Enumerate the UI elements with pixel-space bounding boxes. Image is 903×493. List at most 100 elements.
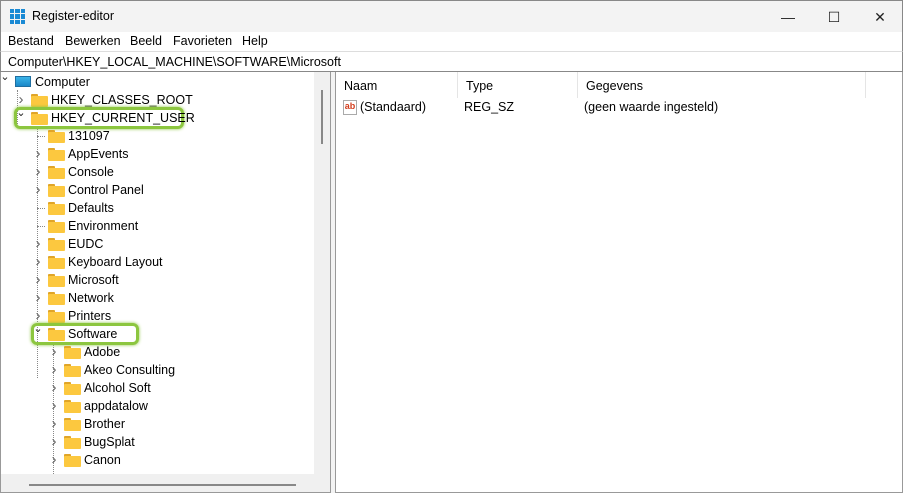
folder-icon	[48, 274, 65, 287]
tree-item[interactable]: › Control Panel	[1, 181, 314, 199]
tree-item-label: Control Panel	[68, 183, 144, 197]
tree-pane: ⌄ Computer › HKEY_CLASSES_ROOT ⌄ HKEY_CURRENT…	[0, 72, 331, 493]
folder-icon	[31, 112, 48, 125]
scroll-thumb[interactable]	[29, 484, 296, 486]
tree-item-label: Computer	[35, 75, 90, 89]
tree-item-label: 131097	[68, 129, 110, 143]
address-bar[interactable]: Computer\HKEY_LOCAL_MACHINE\SOFTWARE\Mic…	[0, 51, 903, 72]
chevron-right-icon[interactable]: ›	[49, 451, 59, 468]
tree-item[interactable]: ⌄ Computer	[1, 72, 314, 91]
folder-icon	[48, 130, 65, 143]
tree-item-label: EUDC	[68, 237, 104, 251]
horizontal-scrollbar[interactable]	[1, 474, 314, 492]
folder-icon	[48, 148, 65, 161]
folder-icon	[48, 202, 65, 215]
chevron-right-icon[interactable]: ›	[33, 253, 43, 270]
tree-item[interactable]: › Akeo Consulting	[1, 361, 314, 379]
chevron-down-icon[interactable]: ⌄	[1, 72, 10, 83]
tree-item[interactable]: ⌄ Software	[1, 322, 314, 343]
chevron-right-icon[interactable]: ›	[49, 397, 59, 414]
tree-item-label: Brother	[84, 417, 125, 431]
tree-guide-line	[37, 136, 45, 137]
tree-item[interactable]: › Keyboard Layout	[1, 253, 314, 271]
chevron-right-icon[interactable]: ›	[33, 181, 43, 198]
registry-editor-icon	[10, 9, 25, 24]
tree-item-label: HKEY_CLASSES_ROOT	[51, 93, 193, 107]
tree-item-label: HKEY_CURRENT_USER	[51, 111, 195, 125]
tree-item-label: Canon	[84, 453, 121, 467]
tree-item[interactable]: › AppEvents	[1, 145, 314, 163]
folder-icon	[64, 364, 81, 377]
tree-item[interactable]: › appdatalow	[1, 397, 314, 415]
folder-icon	[31, 94, 48, 107]
chevron-right-icon[interactable]: ›	[33, 235, 43, 252]
values-pane: Naam Type Gegevens ab (Standaard) REG_SZ…	[335, 72, 903, 493]
tree-item-label: Environment	[68, 219, 139, 233]
window-title: Register-editor	[32, 9, 114, 23]
folder-icon	[48, 238, 65, 251]
tree-item-label: AppEvents	[68, 147, 129, 161]
tree-item[interactable]: 131097	[1, 127, 314, 145]
tree-item[interactable]: Environment	[1, 217, 314, 235]
folder-icon	[48, 184, 65, 197]
tree-item[interactable]: › EUDC	[1, 235, 314, 253]
computer-icon	[15, 76, 31, 87]
tree-item[interactable]: › Network	[1, 289, 314, 307]
tree-item[interactable]: ⌄ HKEY_CURRENT_USER	[1, 106, 314, 127]
folder-icon	[48, 166, 65, 179]
tree-item[interactable]: › Microsoft	[1, 271, 314, 289]
tree-item[interactable]: › Alcohol Soft	[1, 379, 314, 397]
tree-item-label: Network	[68, 291, 114, 305]
chevron-right-icon[interactable]: ›	[49, 343, 59, 360]
folder-icon	[48, 220, 65, 233]
value-type: REG_SZ	[464, 100, 515, 114]
tree-item[interactable]: › Canon	[1, 451, 314, 469]
menu-bestand[interactable]: Bestand	[8, 34, 54, 48]
tree-item-label: Adobe	[84, 345, 121, 359]
close-button[interactable]: ✕	[857, 1, 903, 33]
tree-item-label: appdatalow	[84, 399, 148, 413]
folder-icon	[48, 328, 65, 341]
chevron-right-icon[interactable]: ›	[33, 271, 43, 288]
tree-item[interactable]: › BugSplat	[1, 433, 314, 451]
tree-item[interactable]: › Adobe	[1, 343, 314, 361]
folder-icon	[64, 454, 81, 467]
tree-item-label: Alcohol Soft	[84, 381, 151, 395]
value-name[interactable]: (Standaard)	[360, 100, 426, 114]
folder-icon	[64, 400, 81, 413]
column-header-gegevens[interactable]: Gegevens	[578, 72, 866, 98]
column-header-naam[interactable]: Naam	[336, 72, 458, 98]
chevron-down-icon[interactable]: ⌄	[16, 106, 26, 119]
folder-icon	[48, 256, 65, 269]
tree-item[interactable]: Defaults	[1, 199, 314, 217]
chevron-down-icon[interactable]: ⌄	[33, 322, 43, 335]
chevron-right-icon[interactable]: ›	[33, 145, 43, 162]
chevron-right-icon[interactable]: ›	[33, 289, 43, 306]
tree-item-label: Akeo Consulting	[84, 363, 176, 377]
chevron-right-icon[interactable]: ›	[33, 163, 43, 180]
chevron-right-icon[interactable]: ›	[49, 415, 59, 432]
scroll-corner	[314, 474, 330, 492]
chevron-right-icon[interactable]: ›	[49, 433, 59, 450]
folder-icon	[64, 346, 81, 359]
scroll-thumb[interactable]	[321, 90, 323, 144]
column-header-type[interactable]: Type	[458, 72, 578, 98]
tree-item[interactable]: › Console	[1, 163, 314, 181]
tree-item-label: Microsoft	[68, 273, 119, 287]
folder-icon	[64, 382, 81, 395]
folder-icon	[48, 292, 65, 305]
menu-beeld[interactable]: Beeld	[130, 34, 162, 48]
value-data: (geen waarde ingesteld)	[584, 100, 719, 114]
folder-icon	[64, 418, 81, 431]
minimize-button[interactable]: —	[765, 1, 811, 33]
menu-bewerken[interactable]: Bewerken	[65, 34, 121, 48]
chevron-right-icon[interactable]: ›	[49, 361, 59, 378]
chevron-right-icon[interactable]: ›	[49, 379, 59, 396]
menu-help[interactable]: Help	[242, 34, 268, 48]
folder-icon	[64, 436, 81, 449]
vertical-scrollbar[interactable]	[314, 72, 330, 474]
tree-item-label: Keyboard Layout	[68, 255, 163, 269]
menu-favorieten[interactable]: Favorieten	[173, 34, 232, 48]
maximize-button[interactable]: ☐	[811, 1, 857, 33]
tree-item[interactable]: › Brother	[1, 415, 314, 433]
